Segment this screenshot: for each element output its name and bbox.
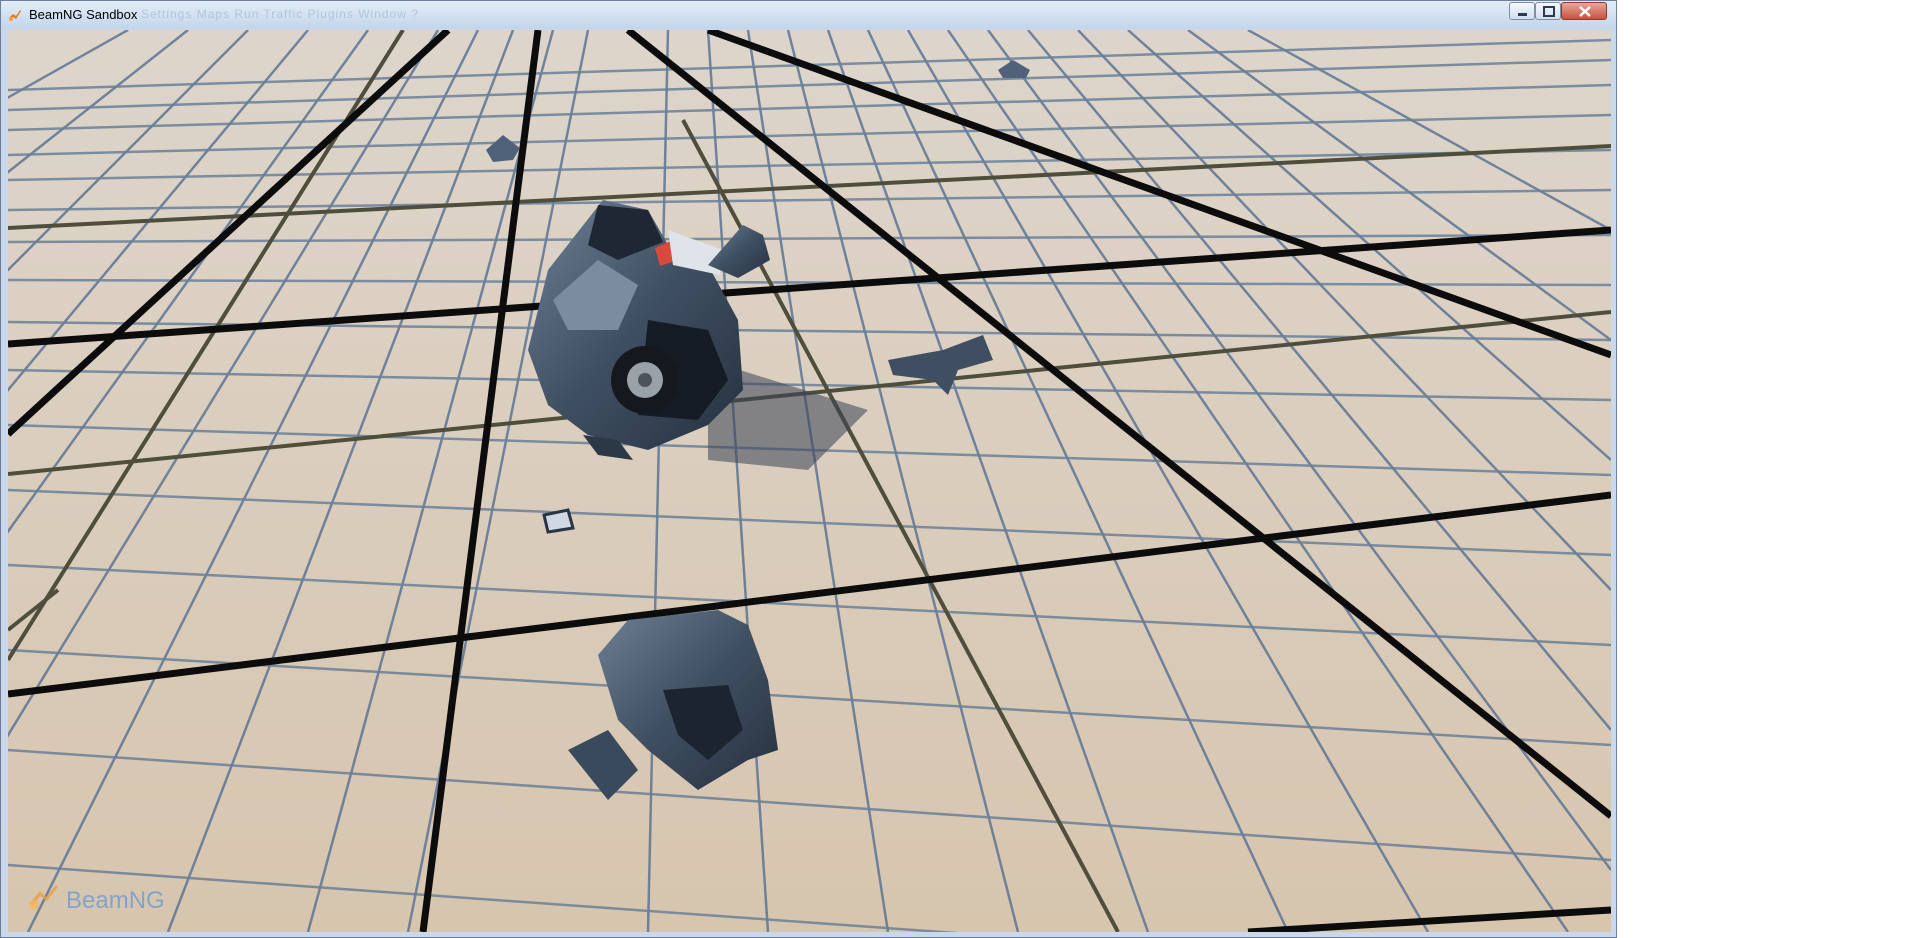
grid-floor-scene [8,30,1611,932]
minimize-button[interactable] [1509,2,1535,20]
3d-viewport[interactable]: BeamNG [8,30,1611,932]
beamng-logo: BeamNG [26,879,165,915]
app-window: BeamNG Sandbox Settings Maps Run Traffic… [0,0,1617,938]
title-bar[interactable]: BeamNG Sandbox Settings Maps Run Traffic… [1,1,1616,29]
maximize-button[interactable] [1535,2,1561,20]
close-icon [1579,6,1591,17]
window-title: BeamNG Sandbox [29,7,138,22]
beamng-logo-icon [29,885,58,910]
beamng-app-icon [9,10,21,21]
minimize-icon [1518,13,1527,16]
ghost-menu-bar: Settings Maps Run Traffic Plugins Window… [141,7,419,21]
beamng-logo-text: BeamNG [66,887,165,914]
close-button[interactable] [1561,2,1607,20]
maximize-icon [1543,6,1555,17]
